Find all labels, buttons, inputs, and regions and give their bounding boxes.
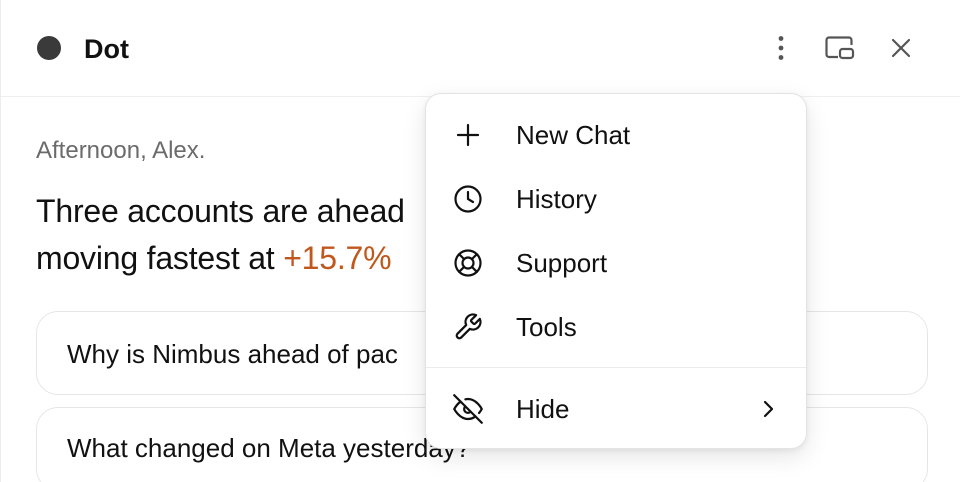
assistant-window: Dot Afternoon, Alex. Three accounts are … — [0, 0, 960, 482]
summary-highlight: +15.7% — [283, 240, 392, 276]
options-menu: New Chat History Support Tools Hide — [425, 93, 807, 449]
window-header: Dot — [1, 0, 960, 97]
menu-item-history[interactable]: History — [426, 169, 808, 229]
menu-item-label: New Chat — [516, 120, 631, 150]
menu-item-label: Support — [516, 248, 608, 278]
wrench-icon — [452, 311, 484, 343]
close-button[interactable] — [881, 28, 921, 68]
lifebuoy-icon — [452, 247, 484, 279]
app-title: Dot — [84, 34, 129, 64]
more-options-button[interactable] — [761, 28, 801, 68]
menu-item-new-chat[interactable]: New Chat — [426, 105, 808, 165]
summary-line-2-prefix: moving fastest at — [36, 240, 284, 276]
eye-off-icon — [452, 393, 484, 425]
menu-divider — [426, 367, 806, 368]
plus-icon — [452, 119, 484, 151]
picture-in-picture-icon — [824, 35, 856, 61]
chevron-right-icon — [756, 397, 780, 421]
menu-item-hide[interactable]: Hide — [426, 379, 808, 439]
close-icon — [890, 37, 912, 59]
vertical-ellipsis-icon — [777, 35, 785, 61]
menu-item-tools[interactable]: Tools — [426, 297, 808, 357]
status-dot-icon — [37, 36, 61, 60]
suggestion-text: Why is Nimbus ahead of pac — [67, 339, 398, 369]
menu-item-label: Tools — [516, 312, 577, 342]
suggestion-text: What changed on Meta yesterday? — [67, 433, 471, 463]
greeting-text: Afternoon, Alex. — [36, 137, 206, 164]
picture-in-picture-button[interactable] — [820, 28, 860, 68]
menu-item-support[interactable]: Support — [426, 233, 808, 293]
menu-item-label: Hide — [516, 394, 570, 424]
menu-item-label: History — [516, 184, 597, 214]
clock-icon — [452, 183, 484, 215]
